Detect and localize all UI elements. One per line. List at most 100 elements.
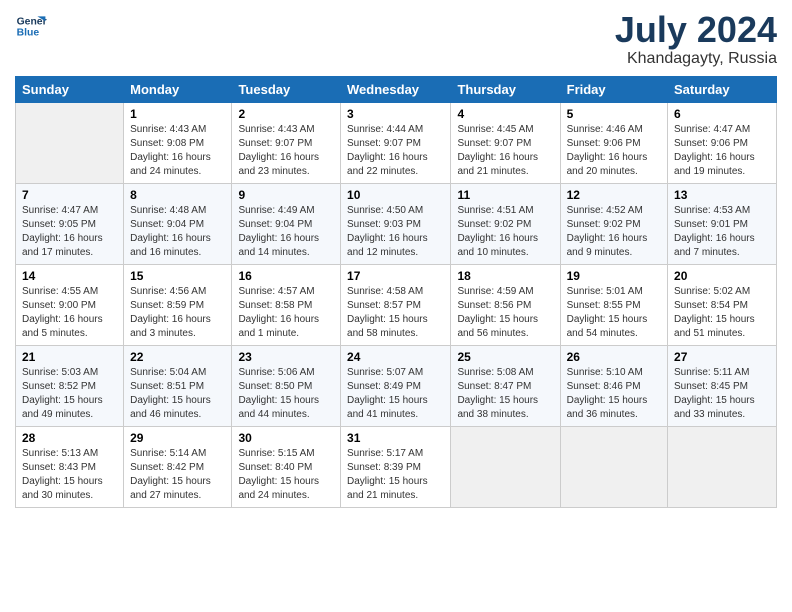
calendar-week-row: 21Sunrise: 5:03 AMSunset: 8:52 PMDayligh…: [16, 345, 777, 426]
calendar-cell: 13 Sunrise: 4:53 AMSunset: 9:01 PMDayligh…: [668, 183, 777, 264]
svg-text:Blue: Blue: [17, 28, 40, 39]
weekday-header-thursday: Thursday: [451, 76, 560, 102]
cell-sun-info: Sunrise: 4:59 AMSunset: 8:56 PMDaylight:…: [457, 285, 553, 341]
day-number: 19: [567, 269, 661, 283]
weekday-header-saturday: Saturday: [668, 76, 777, 102]
cell-sun-info: Sunrise: 4:55 AMSunset: 9:00 PMDaylight:…: [22, 285, 117, 341]
calendar-cell: 15 Sunrise: 4:56 AMSunset: 8:59 PMDayligh…: [124, 264, 232, 345]
calendar-cell: 25 Sunrise: 5:08 AMSunset: 8:47 PMDayligh…: [451, 345, 560, 426]
title-section: July 2024 Khandagayty, Russia: [615, 10, 777, 68]
day-number: 6: [674, 107, 770, 121]
weekday-header-friday: Friday: [560, 76, 667, 102]
cell-sun-info: Sunrise: 4:47 AMSunset: 9:06 PMDaylight:…: [674, 123, 770, 179]
cell-sun-info: Sunrise: 5:14 AMSunset: 8:42 PMDaylight:…: [130, 447, 225, 503]
cell-sun-info: Sunrise: 4:47 AMSunset: 9:05 PMDaylight:…: [22, 204, 117, 260]
calendar-cell: 30 Sunrise: 5:15 AMSunset: 8:40 PMDayligh…: [232, 426, 341, 507]
calendar-cell: 4 Sunrise: 4:45 AMSunset: 9:07 PMDaylight…: [451, 102, 560, 183]
cell-sun-info: Sunrise: 5:07 AMSunset: 8:49 PMDaylight:…: [347, 366, 444, 422]
cell-sun-info: Sunrise: 4:45 AMSunset: 9:07 PMDaylight:…: [457, 123, 553, 179]
calendar-week-row: 1 Sunrise: 4:43 AMSunset: 9:08 PMDaylight…: [16, 102, 777, 183]
calendar-cell: [16, 102, 124, 183]
weekday-header-tuesday: Tuesday: [232, 76, 341, 102]
calendar-cell: 14 Sunrise: 4:55 AMSunset: 9:00 PMDayligh…: [16, 264, 124, 345]
day-number: 1: [130, 107, 225, 121]
calendar-body: 1 Sunrise: 4:43 AMSunset: 9:08 PMDaylight…: [16, 102, 777, 507]
cell-sun-info: Sunrise: 5:02 AMSunset: 8:54 PMDaylight:…: [674, 285, 770, 341]
cell-sun-info: Sunrise: 5:13 AMSunset: 8:43 PMDaylight:…: [22, 447, 117, 503]
calendar-cell: 3 Sunrise: 4:44 AMSunset: 9:07 PMDaylight…: [341, 102, 451, 183]
day-number: 8: [130, 188, 225, 202]
cell-sun-info: Sunrise: 5:15 AMSunset: 8:40 PMDaylight:…: [238, 447, 334, 503]
day-number: 28: [22, 431, 117, 445]
calendar-cell: 12 Sunrise: 4:52 AMSunset: 9:02 PMDayligh…: [560, 183, 667, 264]
day-number: 2: [238, 107, 334, 121]
calendar-cell: 16Sunrise: 4:57 AMSunset: 8:58 PMDayligh…: [232, 264, 341, 345]
calendar-cell: 2 Sunrise: 4:43 AMSunset: 9:07 PMDaylight…: [232, 102, 341, 183]
day-number: 21: [22, 350, 117, 364]
calendar-cell: 23 Sunrise: 5:06 AMSunset: 8:50 PMDayligh…: [232, 345, 341, 426]
weekday-header-sunday: Sunday: [16, 76, 124, 102]
day-number: 17: [347, 269, 444, 283]
day-number: 14: [22, 269, 117, 283]
location-subtitle: Khandagayty, Russia: [615, 50, 777, 68]
logo: General Blue: [15, 10, 47, 42]
cell-sun-info: Sunrise: 4:43 AMSunset: 9:07 PMDaylight:…: [238, 123, 334, 179]
calendar-cell: 10Sunrise: 4:50 AMSunset: 9:03 PMDayligh…: [341, 183, 451, 264]
month-year-title: July 2024: [615, 10, 777, 50]
day-number: 20: [674, 269, 770, 283]
calendar-cell: 24 Sunrise: 5:07 AMSunset: 8:49 PMDayligh…: [341, 345, 451, 426]
page-header: General Blue July 2024 Khandagayty, Russ…: [15, 10, 777, 68]
cell-sun-info: Sunrise: 5:06 AMSunset: 8:50 PMDaylight:…: [238, 366, 334, 422]
calendar-cell: 19 Sunrise: 5:01 AMSunset: 8:55 PMDayligh…: [560, 264, 667, 345]
calendar-cell: 1 Sunrise: 4:43 AMSunset: 9:08 PMDaylight…: [124, 102, 232, 183]
day-number: 29: [130, 431, 225, 445]
day-number: 26: [567, 350, 661, 364]
day-number: 18: [457, 269, 553, 283]
day-number: 12: [567, 188, 661, 202]
cell-sun-info: Sunrise: 4:43 AMSunset: 9:08 PMDaylight:…: [130, 123, 225, 179]
calendar-table: SundayMondayTuesdayWednesdayThursdayFrid…: [15, 76, 777, 508]
weekday-header-wednesday: Wednesday: [341, 76, 451, 102]
calendar-header-row: SundayMondayTuesdayWednesdayThursdayFrid…: [16, 76, 777, 102]
calendar-week-row: 7 Sunrise: 4:47 AMSunset: 9:05 PMDaylight…: [16, 183, 777, 264]
day-number: 15: [130, 269, 225, 283]
day-number: 13: [674, 188, 770, 202]
calendar-cell: [560, 426, 667, 507]
day-number: 22: [130, 350, 225, 364]
day-number: 23: [238, 350, 334, 364]
calendar-cell: 6 Sunrise: 4:47 AMSunset: 9:06 PMDaylight…: [668, 102, 777, 183]
cell-sun-info: Sunrise: 4:52 AMSunset: 9:02 PMDaylight:…: [567, 204, 661, 260]
day-number: 10: [347, 188, 444, 202]
cell-sun-info: Sunrise: 4:53 AMSunset: 9:01 PMDaylight:…: [674, 204, 770, 260]
cell-sun-info: Sunrise: 5:08 AMSunset: 8:47 PMDaylight:…: [457, 366, 553, 422]
cell-sun-info: Sunrise: 5:10 AMSunset: 8:46 PMDaylight:…: [567, 366, 661, 422]
day-number: 30: [238, 431, 334, 445]
calendar-cell: 29 Sunrise: 5:14 AMSunset: 8:42 PMDayligh…: [124, 426, 232, 507]
cell-sun-info: Sunrise: 5:04 AMSunset: 8:51 PMDaylight:…: [130, 366, 225, 422]
cell-sun-info: Sunrise: 4:58 AMSunset: 8:57 PMDaylight:…: [347, 285, 444, 341]
cell-sun-info: Sunrise: 4:46 AMSunset: 9:06 PMDaylight:…: [567, 123, 661, 179]
day-number: 5: [567, 107, 661, 121]
calendar-cell: 21Sunrise: 5:03 AMSunset: 8:52 PMDayligh…: [16, 345, 124, 426]
calendar-cell: [668, 426, 777, 507]
calendar-cell: 11Sunrise: 4:51 AMSunset: 9:02 PMDayligh…: [451, 183, 560, 264]
day-number: 24: [347, 350, 444, 364]
day-number: 25: [457, 350, 553, 364]
calendar-cell: 20 Sunrise: 5:02 AMSunset: 8:54 PMDayligh…: [668, 264, 777, 345]
cell-sun-info: Sunrise: 5:01 AMSunset: 8:55 PMDaylight:…: [567, 285, 661, 341]
calendar-cell: 27Sunrise: 5:11 AMSunset: 8:45 PMDayligh…: [668, 345, 777, 426]
calendar-cell: 5 Sunrise: 4:46 AMSunset: 9:06 PMDaylight…: [560, 102, 667, 183]
cell-sun-info: Sunrise: 4:56 AMSunset: 8:59 PMDaylight:…: [130, 285, 225, 341]
day-number: 7: [22, 188, 117, 202]
day-number: 31: [347, 431, 444, 445]
day-number: 4: [457, 107, 553, 121]
calendar-cell: 26 Sunrise: 5:10 AMSunset: 8:46 PMDayligh…: [560, 345, 667, 426]
cell-sun-info: Sunrise: 4:49 AMSunset: 9:04 PMDaylight:…: [238, 204, 334, 260]
calendar-cell: [451, 426, 560, 507]
cell-sun-info: Sunrise: 5:17 AMSunset: 8:39 PMDaylight:…: [347, 447, 444, 503]
calendar-week-row: 14 Sunrise: 4:55 AMSunset: 9:00 PMDayligh…: [16, 264, 777, 345]
cell-sun-info: Sunrise: 5:11 AMSunset: 8:45 PMDaylight:…: [674, 366, 770, 422]
cell-sun-info: Sunrise: 4:44 AMSunset: 9:07 PMDaylight:…: [347, 123, 444, 179]
calendar-week-row: 28 Sunrise: 5:13 AMSunset: 8:43 PMDayligh…: [16, 426, 777, 507]
day-number: 3: [347, 107, 444, 121]
